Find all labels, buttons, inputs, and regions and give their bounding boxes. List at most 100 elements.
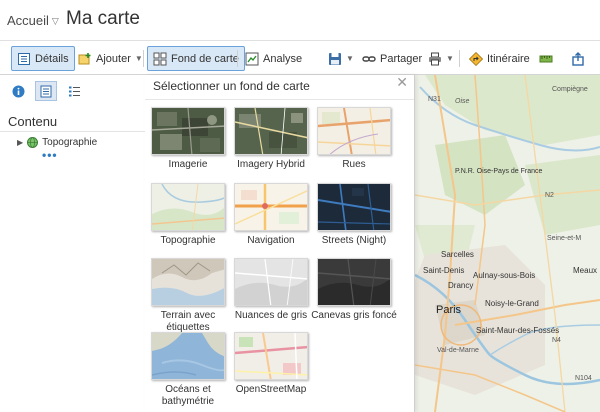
- basemap-label: Rues: [342, 159, 366, 170]
- basemap-option-imagery-hybrid[interactable]: Imagery Hybrid: [231, 107, 311, 179]
- basemap-option-topographic[interactable]: Topographie: [148, 183, 228, 255]
- map-label-city: Noisy-le-Grand: [485, 299, 539, 308]
- basemap-label: Terrain avec étiquettes: [160, 310, 216, 333]
- legend-list-icon: [68, 86, 80, 96]
- map-label-region: Val-de-Marne: [437, 347, 479, 354]
- basemap-label: Navigation: [247, 235, 295, 246]
- print-button[interactable]: ▼: [422, 46, 460, 71]
- basemap-thumbnail: [151, 107, 225, 155]
- analysis-button[interactable]: Analyse: [239, 46, 308, 71]
- add-label: Ajouter: [96, 52, 131, 65]
- map-label-city: Compiègne: [552, 86, 588, 93]
- basemap-thumbnail: [234, 258, 308, 306]
- map-label-road: N31: [428, 96, 441, 103]
- basemap-option-dark-gray[interactable]: Canevas gris foncé: [311, 258, 397, 330]
- share-label: Partager: [380, 52, 423, 65]
- basemap-label: Canevas gris foncé: [311, 310, 397, 321]
- directions-label: Itinéraire: [487, 52, 530, 65]
- map-label-road: N104: [575, 375, 592, 382]
- basemap-thumbnail: [317, 183, 391, 231]
- basemap-option-oceans[interactable]: Océans et bathymétrie: [148, 332, 228, 407]
- map-label-capital: Paris: [436, 304, 462, 316]
- map-label-park: P.N.R. Oise-Pays de France: [455, 168, 543, 175]
- basemap-option-streets-night[interactable]: Streets (Night): [314, 183, 394, 255]
- basemap-option-light-gray[interactable]: Nuances de gris: [231, 258, 311, 330]
- layer-options-icon[interactable]: •••: [42, 148, 58, 162]
- contents-heading: Contenu: [8, 114, 58, 129]
- directions-button[interactable]: Itinéraire: [463, 46, 536, 71]
- breadcrumb[interactable]: Accueil ▽: [7, 13, 59, 28]
- divider: [0, 131, 145, 132]
- basemap-option-imagery[interactable]: Imagerie: [148, 107, 228, 179]
- basemap-label: Streets (Night): [321, 235, 387, 246]
- toolbar: Détails Ajouter ▼ Fond de carte Analyse …: [0, 40, 600, 75]
- basemap-grid-icon: [153, 52, 167, 65]
- basemap-thumbnail: [317, 258, 391, 306]
- basemap-thumbnail: [151, 258, 225, 306]
- details-label: Détails: [35, 52, 69, 65]
- chevron-down-icon: ▼: [134, 54, 143, 63]
- map-label-city: Meaux: [573, 266, 598, 275]
- basemap-label: Imagery Hybrid: [237, 159, 305, 170]
- details-button[interactable]: Détails: [11, 46, 75, 71]
- export-icon: [572, 51, 584, 66]
- scene-button[interactable]: [565, 46, 591, 71]
- basemap-thumbnail: [234, 183, 308, 231]
- basemap-option-terrain[interactable]: Terrain avec étiquettes: [148, 258, 228, 333]
- toolbar-divider: [237, 50, 238, 67]
- basemap-label: Topographie: [160, 235, 216, 246]
- share-button[interactable]: Partager: [356, 46, 428, 71]
- map-label-city: Saint-Maur-des-Fossés: [476, 326, 560, 335]
- basemap-gallery: Sélectionner un fond de carte ✕ Imagerie…: [145, 74, 415, 412]
- basemap-label: Imagerie: [168, 159, 208, 170]
- toolbar-divider: [459, 50, 460, 67]
- layer-item[interactable]: ▶ Topographie: [17, 137, 97, 148]
- save-button[interactable]: ▼: [322, 46, 360, 71]
- basemap-thumbnail: [234, 332, 308, 380]
- basemap-option-openstreetmap[interactable]: OpenStreetMap: [231, 332, 311, 404]
- map-label-river: Oise: [455, 98, 470, 105]
- contents-panel: Contenu ▶ Topographie •••: [0, 75, 145, 412]
- tab-about[interactable]: [7, 81, 29, 101]
- chevron-down-icon: ▼: [346, 54, 354, 63]
- map-label-city: Drancy: [448, 281, 474, 290]
- measure-icon: [539, 55, 553, 62]
- basemap-label: OpenStreetMap: [235, 384, 307, 395]
- divider: [145, 99, 414, 100]
- add-button[interactable]: Ajouter ▼: [72, 46, 149, 71]
- basemap-label: Fond de carte: [171, 52, 239, 65]
- details-icon: [18, 52, 30, 65]
- basemap-thumbnail: [151, 332, 225, 380]
- basemap-label: Nuances de gris: [234, 310, 308, 321]
- gallery-title: Sélectionner un fond de carte: [153, 79, 310, 93]
- map-label-road: N2: [545, 192, 554, 199]
- directions-icon: [469, 51, 483, 66]
- expand-triangle-icon[interactable]: ▶: [17, 138, 23, 147]
- map-label-city: Saint-Denis: [423, 266, 465, 275]
- analysis-label: Analyse: [263, 52, 303, 65]
- chevron-down-icon: ▼: [446, 54, 454, 63]
- page-title: Ma carte: [66, 8, 140, 29]
- toolbar-divider: [143, 50, 144, 67]
- save-icon: [329, 52, 341, 65]
- print-icon: [429, 52, 441, 65]
- add-layer-icon: [78, 52, 91, 64]
- map-label-city: Aulnay-sous-Bois: [473, 271, 536, 280]
- measure-button[interactable]: [533, 46, 559, 71]
- tab-contents[interactable]: [35, 81, 57, 101]
- analysis-icon: [245, 52, 259, 65]
- info-icon: [12, 85, 24, 97]
- globe-icon: [27, 137, 39, 148]
- app-header: Accueil ▽ Ma carte: [0, 0, 600, 40]
- contents-icon: [40, 85, 52, 97]
- map-label-region: Seine-et-M: [547, 235, 582, 242]
- map-label-road: N4: [552, 337, 561, 344]
- chevron-down-icon[interactable]: ▽: [52, 16, 59, 27]
- breadcrumb-home[interactable]: Accueil: [7, 13, 49, 28]
- tab-legend[interactable]: [63, 81, 85, 101]
- close-icon[interactable]: ✕: [396, 74, 408, 91]
- basemap-option-navigation[interactable]: Navigation: [231, 183, 311, 255]
- basemap-option-streets[interactable]: Rues: [314, 107, 394, 179]
- basemap-button[interactable]: Fond de carte: [147, 46, 245, 71]
- link-icon: [362, 55, 376, 62]
